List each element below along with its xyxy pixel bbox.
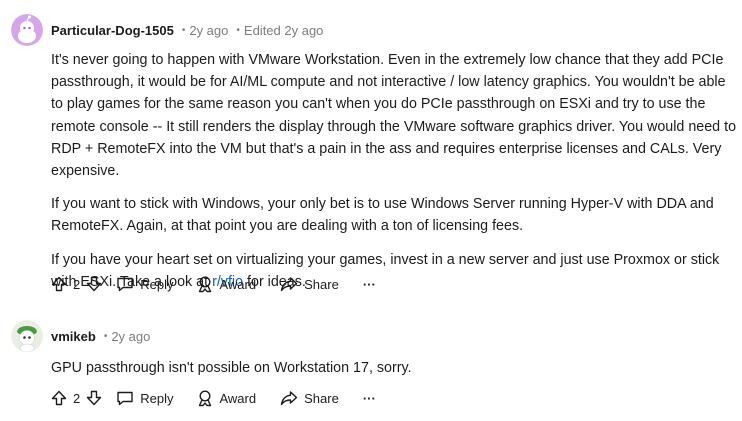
comment: Particular-Dog-1505 • 2y ago • Edited 2y… <box>0 0 742 300</box>
award-icon <box>199 275 212 292</box>
vote-count: 2 <box>73 276 81 292</box>
vote-count: 2 <box>73 390 81 406</box>
downvote-button[interactable] <box>86 390 102 406</box>
snoo-avatar-icon <box>11 14 43 46</box>
comment-age: 2y ago <box>189 23 229 38</box>
downvote-icon <box>87 390 102 406</box>
upvote-icon <box>51 276 67 292</box>
avatar[interactable] <box>11 320 43 352</box>
comment-body: GPU passthrough isn't possible on Workst… <box>51 357 739 379</box>
comment-age: 2y ago <box>111 329 151 344</box>
upvote-button[interactable] <box>51 276 67 292</box>
comment: vmikeb • 2y ago GPU passthrough isn't po… <box>0 300 742 421</box>
comment-body: It's never going to happen with VMware W… <box>51 49 739 293</box>
snoo-avatar-icon <box>11 320 43 352</box>
downvote-icon <box>87 276 102 292</box>
author-name[interactable]: vmikeb <box>51 329 96 345</box>
reply-button[interactable]: Reply <box>116 390 173 406</box>
author-name[interactable]: Particular-Dog-1505 <box>51 23 174 39</box>
comment-actions: 2 Reply Award Share ··· <box>47 272 376 296</box>
share-icon <box>280 391 298 406</box>
comment-meta: vmikeb • 2y ago <box>51 329 150 345</box>
award-button[interactable]: Award <box>197 389 257 407</box>
reply-button[interactable]: Reply <box>116 276 173 292</box>
reply-label: Reply <box>140 390 174 406</box>
reply-icon <box>117 277 133 292</box>
award-icon <box>199 389 212 406</box>
award-label: Award <box>219 390 257 406</box>
award-label: Award <box>219 276 257 292</box>
upvote-icon <box>51 390 67 406</box>
separator-dot: • <box>103 331 108 342</box>
downvote-button[interactable] <box>86 276 102 292</box>
separator-dot: • <box>181 25 186 36</box>
reply-label: Reply <box>140 276 174 292</box>
share-label: Share <box>304 390 339 406</box>
comment-paragraph: It's never going to happen with VMware W… <box>51 52 737 180</box>
share-label: Share <box>304 276 339 292</box>
comment-actions: 2 Reply Award Share ··· <box>47 386 376 410</box>
comment-meta: Particular-Dog-1505 • 2y ago • Edited 2y… <box>51 23 323 39</box>
edited-label: Edited 2y ago <box>243 23 324 38</box>
reply-icon <box>117 391 133 406</box>
share-icon <box>280 277 298 292</box>
more-options-button[interactable]: ··· <box>363 277 376 292</box>
separator-dot: • <box>236 25 240 36</box>
award-button[interactable]: Award <box>197 275 257 293</box>
comment-paragraph: If you want to stick with Windows, your … <box>51 196 714 235</box>
upvote-button[interactable] <box>51 390 67 406</box>
avatar[interactable] <box>11 14 43 46</box>
comment-paragraph: GPU passthrough isn't possible on Workst… <box>51 360 412 376</box>
more-options-button[interactable]: ··· <box>363 391 376 406</box>
share-button[interactable]: Share <box>280 276 339 292</box>
share-button[interactable]: Share <box>280 390 339 406</box>
